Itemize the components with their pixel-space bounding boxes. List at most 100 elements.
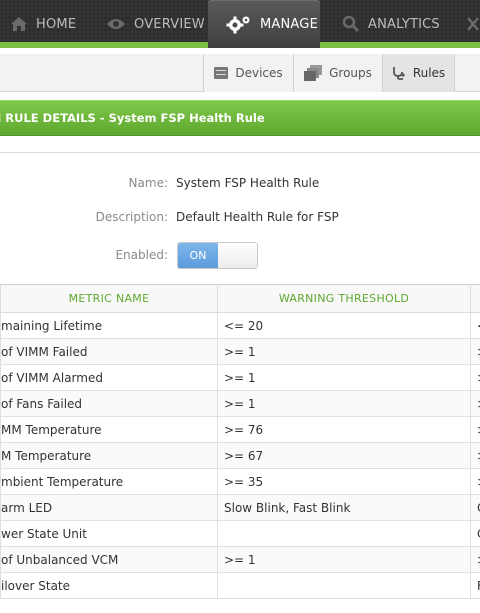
cell-warning-threshold [217,572,471,599]
cell-critical-threshold: > [470,442,480,469]
cell-critical-threshold: > [470,338,480,365]
eye-icon [106,17,126,31]
cell-warning-threshold: >= 1 [217,338,471,365]
top-navigation-bar: HOME OVERVIEW MANAGE ANALYTICS [0,0,480,48]
cell-metric-name: maining Lifetime [0,312,218,339]
gears-icon [226,14,252,34]
cell-critical-threshold: > [470,468,480,495]
cell-metric-name: mbient Temperature [0,468,218,495]
name-value: System FSP Health Rule [176,176,320,190]
tab-groups[interactable]: Groups [293,54,382,92]
table-row[interactable]: MM Temperature >= 76 > [0,416,480,443]
nav-analytics-label: ANALYTICS [368,16,440,32]
cell-warning-threshold: >= 1 [217,390,471,417]
table-header-row: METRIC NAME WARNING THRESHOLD [0,284,480,313]
home-icon [10,16,28,32]
description-label: Description: [95,210,168,224]
table-row[interactable]: ilover State F [0,572,480,599]
cell-critical-threshold: > [470,364,480,391]
cell-metric-name-text: M Temperature [1,448,92,463]
metrics-table: METRIC NAME WARNING THRESHOLD maining Li… [0,284,480,599]
cell-warning-threshold-text: >= 1 [224,370,256,385]
cell-metric-name-text: of Unbalanced VCM [1,552,119,567]
cell-warning-threshold: <= 20 [217,312,471,339]
tab-devices[interactable]: Devices [203,54,293,92]
description-value: Default Health Rule for FSP [176,210,339,224]
table-row[interactable]: arm LED Slow Blink, Fast Blink C [0,494,480,521]
table-row[interactable]: wer State Unit C [0,520,480,547]
sub-navigation-bar: Devices Groups Rules [0,54,480,92]
stethoscope-icon [392,66,406,80]
nav-home[interactable]: HOME [10,0,76,48]
nav-more-icon[interactable] [466,0,480,48]
column-header-metric-name[interactable]: METRIC NAME [0,284,218,313]
cell-metric-name-text: arm LED [1,500,53,515]
nav-manage-label: MANAGE [260,16,318,32]
toggle-on-label: ON [178,243,218,268]
cell-critical-threshold: < [470,312,480,339]
tab-devices-label: Devices [235,66,283,80]
cell-critical-threshold: > [470,416,480,443]
nav-overview[interactable]: OVERVIEW [106,0,205,48]
nav-home-label: HOME [36,16,77,32]
column-header-warning-threshold[interactable]: WARNING THRESHOLD [217,284,471,313]
cell-warning-threshold-text: >= 35 [224,474,264,489]
table-row[interactable]: maining Lifetime <= 20 < [0,312,480,339]
tab-rules[interactable]: Rules [382,54,455,92]
table-row[interactable]: of Unbalanced VCM >= 1 > [0,546,480,573]
cell-warning-threshold-text: >= 1 [224,344,256,359]
cell-metric-name: of VIMM Alarmed [0,364,218,391]
form-row-description: Description: Default Health Rule for FSP [0,205,480,229]
cell-metric-name: of Fans Failed [0,390,218,417]
cell-critical-threshold: > [470,390,480,417]
cell-metric-name: M Temperature [0,442,218,469]
cell-critical-threshold: > [470,546,480,573]
cell-warning-threshold: >= 35 [217,468,471,495]
cell-critical-threshold: C [470,520,480,547]
cell-warning-threshold [217,520,471,547]
devices-icon [214,67,229,79]
enabled-toggle[interactable]: ON [177,242,258,269]
table-row[interactable]: mbient Temperature >= 35 > [0,468,480,495]
cell-metric-name-text: MM Temperature [1,422,102,437]
cell-metric-name-text: ilover State [1,578,71,593]
cell-metric-name-text: maining Lifetime [1,318,103,333]
cell-warning-threshold: >= 1 [217,546,471,573]
column-header-critical[interactable] [470,284,480,313]
cell-metric-name-text: of Fans Failed [1,396,83,411]
cell-warning-threshold-text: >= 76 [224,422,264,437]
cell-metric-name: wer State Unit [0,520,218,547]
table-row[interactable]: M Temperature >= 67 > [0,442,480,469]
tab-groups-label: Groups [329,66,372,80]
cell-warning-threshold: >= 67 [217,442,471,469]
cell-warning-threshold-text: Slow Blink, Fast Blink [224,500,351,515]
search-icon [342,15,360,33]
cell-metric-name-text: mbient Temperature [1,474,124,489]
nav-manage[interactable]: MANAGE [208,0,320,48]
cell-metric-name-text: wer State Unit [1,526,87,541]
tab-rules-label: Rules [412,66,446,80]
panel-title: I RULE DETAILS - System FSP Health Rule [0,111,265,125]
table-row[interactable]: of VIMM Alarmed >= 1 > [0,364,480,391]
cell-critical-threshold: F [470,572,480,599]
cell-metric-name: MM Temperature [0,416,218,443]
cell-warning-threshold-text: <= 20 [224,318,264,333]
cell-metric-name-text: of VIMM Failed [1,344,88,359]
cell-warning-threshold-text: >= 1 [224,552,256,567]
toggle-off-knob [218,243,257,268]
panel-title-bar: I RULE DETAILS - System FSP Health Rule [0,100,480,136]
table-row[interactable]: of VIMM Failed >= 1 > [0,338,480,365]
cell-metric-name: arm LED [0,494,218,521]
cell-metric-name: ilover State [0,572,218,599]
cell-warning-threshold: >= 76 [217,416,471,443]
cell-critical-threshold: C [470,494,480,521]
cell-warning-threshold: >= 1 [217,364,471,391]
groups-icon [304,65,323,81]
form-row-name: Name: System FSP Health Rule [0,171,480,195]
divider [0,152,480,153]
cell-metric-name-text: of VIMM Alarmed [1,370,103,385]
cell-metric-name: of VIMM Failed [0,338,218,365]
nav-analytics[interactable]: ANALYTICS [342,0,440,48]
nav-overview-label: OVERVIEW [134,16,205,32]
table-row[interactable]: of Fans Failed >= 1 > [0,390,480,417]
